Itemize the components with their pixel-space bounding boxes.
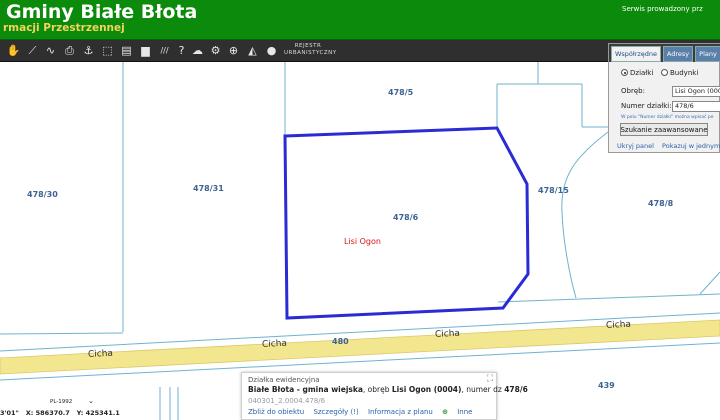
advanced-search-button[interactable]: Szukanie zaawansowane <box>620 123 708 136</box>
shapes-icon[interactable]: ◭ <box>245 43 260 58</box>
panel-tabs: Współrzędne Adresy Plany <box>609 44 720 62</box>
pan-tool-icon[interactable]: ✋ <box>6 43 21 58</box>
parcel-identifier: 040301_2.0004.478/6 <box>248 397 326 405</box>
obreb-prefix: , obręb <box>362 385 392 394</box>
layers-icon[interactable]: ▤ <box>119 43 134 58</box>
road-label: Cicha <box>605 319 632 331</box>
angle-value: 3'01" <box>0 409 19 417</box>
radio-dot <box>661 69 668 76</box>
parcel-label: 478/15 <box>538 186 569 195</box>
parcel-label: 478/5 <box>388 88 414 97</box>
tab-addresses[interactable]: Adresy <box>663 46 693 62</box>
road-label: Cicha <box>87 348 114 360</box>
coordinates-bar: PL-1992 ⌄ 3'01" X: 586370.7 Y: 425341.1 <box>0 397 120 420</box>
radio-buildings-label: Budynki <box>670 69 699 77</box>
settings-icon[interactable]: ⚙ <box>208 43 223 58</box>
parcel-number-input[interactable]: 478/6 <box>672 101 720 112</box>
municipality-name: Białe Błota - gmina wiejska <box>248 385 363 394</box>
obreb-label: Obręb: <box>621 87 645 95</box>
x-label: X: <box>25 409 34 417</box>
search-panel: Współrzędne Adresy Plany Działki Budynki… <box>608 43 720 153</box>
help-icon[interactable]: ? <box>174 43 189 58</box>
chevron-down-icon[interactable]: ⌄ <box>88 397 94 405</box>
comment-icon[interactable]: ▆ <box>138 43 153 58</box>
highlighted-parcel-478-6[interactable] <box>283 126 530 320</box>
x-value: 586370.7 <box>35 409 70 417</box>
popup-title: Działka ewidencyjna <box>248 376 320 384</box>
parcel-number: 478/6 <box>504 385 528 394</box>
app-title: Gminy Białe Błota <box>6 1 198 23</box>
parcel-number-hint: W polu "Numer działki" można wpisać pe <box>621 115 714 120</box>
y-label: Y: <box>76 409 84 417</box>
road-label: Cicha <box>261 338 288 350</box>
zoom-to-object-link[interactable]: Zbliż do obiektu <box>248 408 304 416</box>
number-prefix: , numer dz <box>461 385 505 394</box>
coordinate-system-select[interactable]: PL-1992 <box>50 399 72 405</box>
anchor-icon[interactable]: ⚓ <box>81 43 96 58</box>
radio-parcels[interactable]: Działki <box>621 69 653 77</box>
cursor-coordinates: 3'01" X: 586370.7 Y: 425341.1 <box>0 409 120 417</box>
parcel-label: 480 <box>332 337 349 346</box>
tab-coordinates[interactable]: Współrzędne <box>611 46 661 62</box>
parcel-label: 478/8 <box>648 199 674 208</box>
place-name-label: Lisi Ogon <box>344 237 381 246</box>
zoom-icon[interactable]: ⊕ <box>226 43 241 58</box>
obreb-name: Lisi Ogon (0004) <box>391 385 462 394</box>
radio-parcels-label: Działki <box>630 69 654 77</box>
chat-icon[interactable]: ● <box>264 43 279 58</box>
header-bar: Gminy Białe Błota rmacji Przestrzennej S… <box>0 0 720 40</box>
cloud-icon[interactable]: ☁ <box>190 43 205 58</box>
hide-panel-link[interactable]: Ukryj panel <box>617 142 654 150</box>
obreb-select[interactable]: Lisi Ogon (0004 <box>672 86 720 97</box>
parcel-description: Białe Błota - gmina wiejska, obręb Lisi … <box>248 385 528 394</box>
select-area-icon[interactable]: ⬚ <box>100 43 115 58</box>
tab-plans[interactable]: Plany <box>695 46 720 62</box>
radio-buildings[interactable]: Budynki <box>661 69 698 77</box>
other-link[interactable]: Inne <box>457 408 472 416</box>
plus-icon[interactable]: ⊕ <box>442 408 448 416</box>
map-application: Gminy Białe Błota rmacji Przestrzennej S… <box>0 0 720 420</box>
print-icon[interactable]: ⎙ <box>62 43 77 58</box>
y-value: 425341.1 <box>85 409 120 417</box>
radio-dot-checked <box>621 69 628 76</box>
app-subtitle: rmacji Przestrzennej <box>3 22 125 34</box>
measure-distance-icon[interactable]: ⟋ <box>25 43 40 58</box>
close-icon[interactable]: ⛶ <box>487 374 493 384</box>
parcel-info-popup: Działka ewidencyjna ⛶ Białe Błota - gmin… <box>241 372 528 420</box>
show-in-one-window-link[interactable]: Pokazuj w jednym okn <box>662 142 720 150</box>
road-label: Cicha <box>434 328 461 340</box>
popup-actions: Zbliż do obiektu Szczegóły (!) Informacj… <box>248 408 479 416</box>
parcel-label: 478/30 <box>27 190 58 199</box>
parcel-number-label: Numer działki: <box>621 102 672 110</box>
details-link[interactable]: Szczegóły (!) <box>313 408 358 416</box>
panel-links: Ukryj panel Pokazuj w jednym okn <box>617 142 720 150</box>
service-provider-text: Serwis prowadzony prz <box>622 5 703 13</box>
parcel-label: 478/6 <box>393 213 419 222</box>
register-urbanistic-button[interactable]: REJESTR URBANISTYCZNY <box>284 43 336 57</box>
plan-info-link[interactable]: Informacja z planu <box>368 408 433 416</box>
parcel-label: 478/31 <box>193 184 224 193</box>
measure-area-icon[interactable]: ∿ <box>43 43 58 58</box>
hatch-icon[interactable]: /// <box>157 43 172 58</box>
parcel-label: 439 <box>598 381 615 390</box>
